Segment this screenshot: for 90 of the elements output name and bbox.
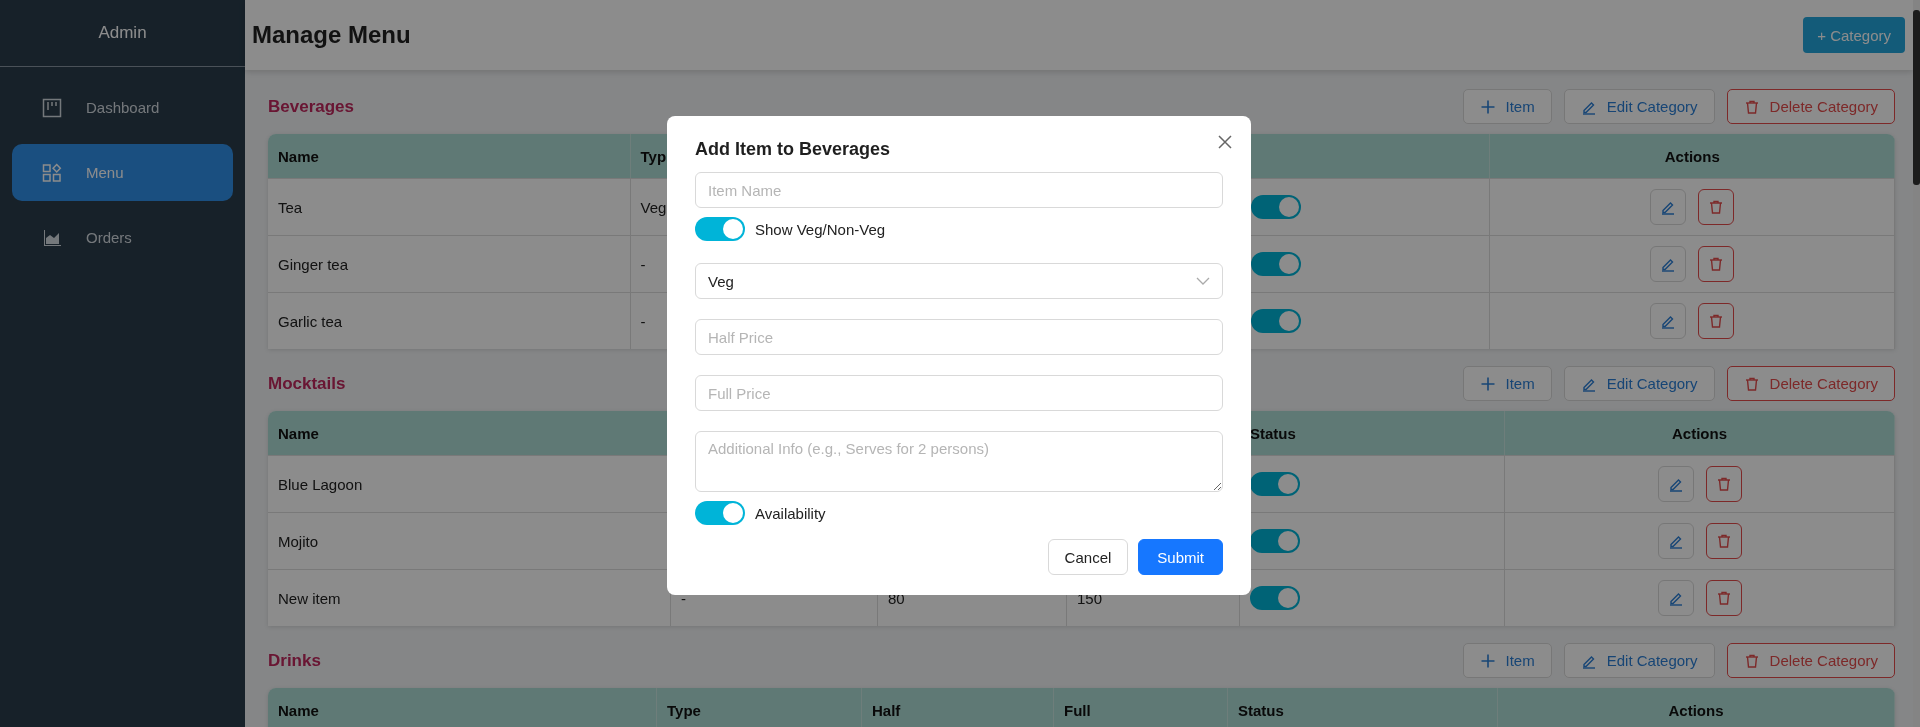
edit-category-button[interactable]: Edit Category bbox=[1563, 366, 1715, 401]
trash-icon bbox=[1708, 199, 1725, 215]
edit-button[interactable] bbox=[1650, 303, 1687, 339]
edit-button[interactable] bbox=[1650, 189, 1687, 225]
toggle-switch[interactable] bbox=[1250, 309, 1301, 333]
add-category-button[interactable]: + Category bbox=[1803, 17, 1905, 53]
toggle-switch[interactable] bbox=[1250, 529, 1300, 553]
app-title: Admin bbox=[98, 23, 147, 43]
nav-item[interactable]: Orders bbox=[12, 209, 233, 266]
edit-category-button[interactable]: Edit Category bbox=[1563, 643, 1715, 678]
column-header: Actions bbox=[1490, 134, 1895, 178]
table-cell: Mojito bbox=[278, 532, 318, 550]
cancel-button[interactable]: Cancel bbox=[1047, 539, 1129, 575]
toggle-switch[interactable] bbox=[695, 501, 745, 525]
table-cell: Tea bbox=[278, 198, 303, 216]
area-chart-icon bbox=[42, 227, 62, 248]
delete-category-button[interactable]: Delete Category bbox=[1726, 89, 1895, 124]
edit-button[interactable] bbox=[1657, 466, 1694, 502]
toggle-switch[interactable] bbox=[1250, 195, 1301, 219]
delete-category-button[interactable]: Delete Category bbox=[1726, 366, 1895, 401]
delete-category-button[interactable]: Delete Category bbox=[1726, 643, 1895, 678]
trash-icon bbox=[1715, 590, 1732, 606]
table-cell: - bbox=[640, 255, 646, 273]
item-name-field[interactable]: Item Name bbox=[695, 172, 1223, 208]
table-cell: - bbox=[681, 589, 686, 607]
add-item-button[interactable]: Item bbox=[1462, 643, 1552, 678]
edit-button[interactable] bbox=[1650, 246, 1687, 282]
pencil-icon bbox=[1667, 590, 1684, 606]
chevron-down-icon bbox=[1196, 277, 1210, 285]
close-icon[interactable] bbox=[1217, 134, 1233, 150]
pencil-icon bbox=[1667, 476, 1684, 492]
trash-icon bbox=[1715, 533, 1732, 549]
trash-icon bbox=[1715, 476, 1732, 492]
table-cell: - bbox=[640, 312, 646, 330]
category-title: Drinks bbox=[268, 650, 321, 671]
delete-button[interactable] bbox=[1705, 580, 1742, 616]
column-header: Name bbox=[268, 688, 657, 727]
trash-icon bbox=[1708, 256, 1725, 272]
submit-button[interactable]: Submit bbox=[1138, 539, 1223, 575]
column-header: Actions bbox=[1505, 411, 1895, 455]
pencil-icon bbox=[1660, 199, 1677, 215]
nav-item[interactable]: Dashboard bbox=[12, 79, 233, 136]
plus-icon bbox=[1479, 652, 1496, 669]
page-title: Manage Menu bbox=[252, 21, 411, 49]
plus-icon bbox=[1479, 98, 1496, 115]
scrollbar[interactable] bbox=[1913, 0, 1920, 727]
delete-button[interactable] bbox=[1705, 466, 1742, 502]
delete-button[interactable] bbox=[1698, 189, 1735, 225]
trash-icon bbox=[1743, 652, 1760, 669]
pencil-icon bbox=[1660, 313, 1677, 329]
nav-item[interactable]: Menu bbox=[12, 144, 233, 201]
toggle-switch[interactable] bbox=[695, 217, 745, 241]
delete-button[interactable] bbox=[1698, 303, 1735, 339]
category-title: Mocktails bbox=[268, 373, 346, 394]
plus-icon bbox=[1479, 375, 1496, 392]
trash-icon bbox=[1743, 98, 1760, 115]
apps-icon bbox=[42, 162, 62, 183]
toggle-switch[interactable] bbox=[1250, 586, 1300, 610]
delete-button[interactable] bbox=[1705, 523, 1742, 559]
half-price-field[interactable]: Half Price bbox=[695, 319, 1223, 355]
column-header: Full bbox=[1054, 688, 1228, 727]
add-item-button[interactable]: Item bbox=[1462, 366, 1552, 401]
edit-button[interactable] bbox=[1657, 523, 1694, 559]
edit-button[interactable] bbox=[1657, 580, 1694, 616]
toggle-label: Show Veg/Non-Veg bbox=[755, 220, 886, 238]
pencil-icon bbox=[1660, 256, 1677, 272]
table-cell: Blue Lagoon bbox=[278, 475, 363, 493]
trash-icon bbox=[1743, 375, 1760, 392]
additional-info-field[interactable]: Additional Info (e.g., Serves for 2 persons) bbox=[695, 431, 1223, 492]
table-cell: New item bbox=[278, 589, 341, 607]
type-select[interactable]: Veg bbox=[695, 263, 1223, 299]
add-item-button[interactable]: Item bbox=[1462, 89, 1552, 124]
column-header: Type bbox=[657, 688, 862, 727]
edit-category-button[interactable]: Edit Category bbox=[1563, 89, 1715, 124]
column-header: Name bbox=[268, 134, 631, 178]
delete-button[interactable] bbox=[1698, 246, 1735, 282]
column-header: Status bbox=[1228, 688, 1498, 727]
table-cell: Garlic tea bbox=[278, 312, 343, 330]
table-cell: Veg bbox=[640, 198, 667, 216]
pencil-icon bbox=[1667, 533, 1684, 549]
full-price-field[interactable]: Full Price bbox=[695, 375, 1223, 411]
trash-icon bbox=[1708, 313, 1725, 329]
category-title: Beverages bbox=[268, 96, 354, 117]
column-header: Half bbox=[862, 688, 1054, 727]
toggle-switch[interactable] bbox=[1250, 252, 1301, 276]
toggle-label: Availability bbox=[755, 504, 826, 522]
column-header: Actions bbox=[1498, 688, 1895, 727]
toggle-switch[interactable] bbox=[1250, 472, 1300, 496]
board-icon bbox=[42, 97, 62, 118]
table-cell: Ginger tea bbox=[278, 255, 349, 273]
